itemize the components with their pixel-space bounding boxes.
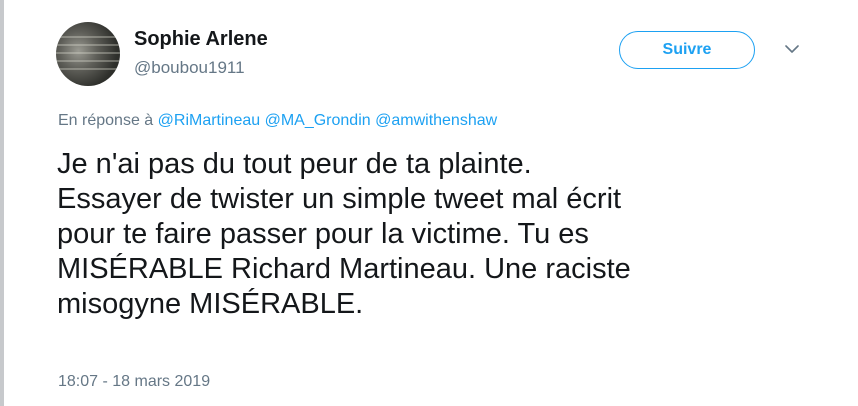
- author-handle[interactable]: @boubou1911: [134, 58, 245, 78]
- tweet-timestamp[interactable]: 18:07 - 18 mars 2019: [58, 373, 210, 391]
- avatar[interactable]: [56, 22, 120, 86]
- follow-button[interactable]: Suivre: [619, 31, 755, 69]
- tweet-line: misogyne MISÉRABLE.: [57, 288, 364, 320]
- chevron-down-icon[interactable]: [783, 42, 801, 56]
- tweet-line: pour te faire passer pour la victime. Tu…: [57, 218, 589, 250]
- tweet-line: MISÉRABLE Richard Martineau. Une raciste: [57, 253, 631, 285]
- reply-context: En réponse à @RiMartineau @MA_Grondin @a…: [58, 112, 497, 130]
- tweet-line: Je n'ai pas du tout peur de ta plainte.: [57, 148, 532, 180]
- tweet-line: Essayer de twister un simple tweet mal é…: [57, 183, 622, 215]
- reply-prefix: En réponse à: [58, 112, 154, 129]
- author-display-name[interactable]: Sophie Arlene: [134, 28, 268, 51]
- tweet-card: Sophie Arlene @boubou1911 Suivre En répo…: [0, 0, 858, 406]
- mention-link[interactable]: @RiMartineau: [158, 112, 261, 129]
- mention-link[interactable]: @amwithenshaw: [375, 112, 497, 129]
- mention-link[interactable]: @MA_Grondin: [265, 112, 371, 129]
- tweet-text: Je n'ai pas du tout peur de ta plainte. …: [57, 147, 817, 322]
